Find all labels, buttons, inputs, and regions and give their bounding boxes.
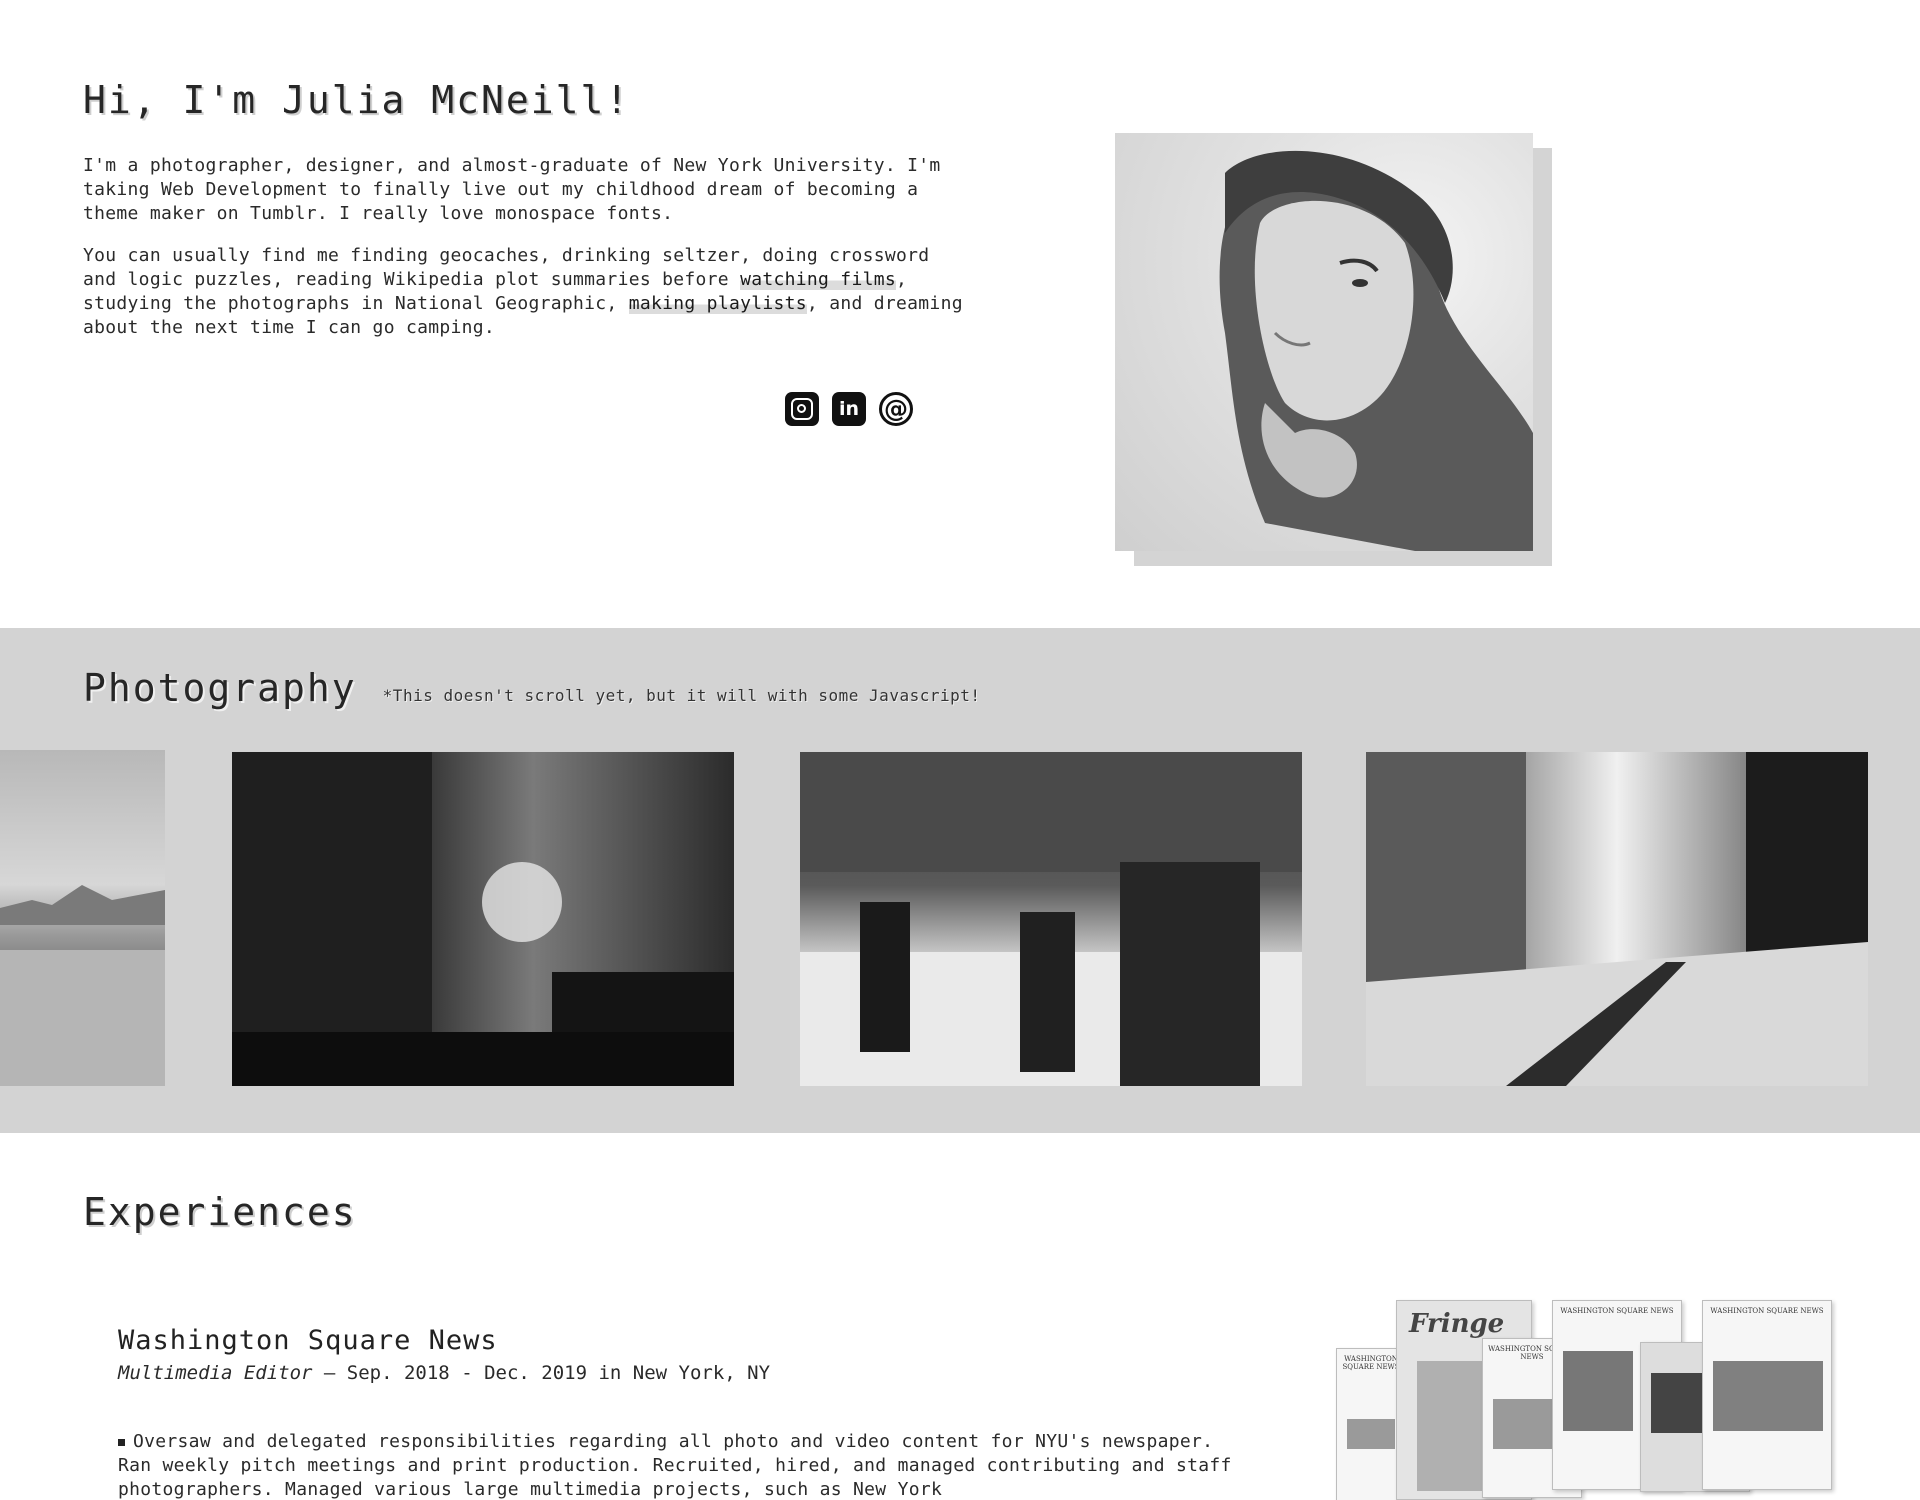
newspaper-masthead: WASHINGTON SQUARE NEWS xyxy=(1342,1355,1400,1371)
photo-sunlit-street[interactable] xyxy=(1366,752,1868,1086)
intro-heading: Hi, I'm Julia McNeill! xyxy=(83,78,631,122)
newspaper-collage: WASHINGTON SQUARE NEWS Fringe WASHINGTON… xyxy=(1330,1296,1840,1500)
linkedin-icon[interactable]: in xyxy=(832,392,866,426)
portrait-photo xyxy=(1115,133,1533,551)
intro-paragraph-1: I'm a photographer, designer, and almost… xyxy=(83,155,941,224)
email-glyph: @ xyxy=(884,395,908,423)
photography-header: Photography *This doesn't scroll yet, bu… xyxy=(83,666,981,710)
photo-mountain-landscape[interactable] xyxy=(0,750,165,1086)
job-title: Washington Square News xyxy=(118,1325,498,1356)
social-links: in @ xyxy=(785,392,913,426)
experience-item: Washington Square News Multimedia Editor… xyxy=(118,1325,1238,1500)
job-bullet: Oversaw and delegated responsibilities r… xyxy=(118,1430,1238,1500)
newspaper-masthead: WASHINGTON SQUARE NEWS xyxy=(1560,1307,1674,1315)
job-role: Multimedia Editor xyxy=(118,1362,313,1384)
scroll-note: *This doesn't scroll yet, but it will wi… xyxy=(382,686,981,705)
photo-night-street[interactable] xyxy=(232,752,734,1086)
job-meta: Multimedia Editor — Sep. 2018 - Dec. 201… xyxy=(118,1362,1238,1384)
making-playlists-link[interactable]: making playlists xyxy=(628,293,807,314)
email-icon[interactable]: @ xyxy=(879,392,913,426)
watching-films-link[interactable]: watching films xyxy=(740,269,896,290)
experiences-heading: Experiences xyxy=(83,1190,357,1234)
photography-heading: Photography xyxy=(83,666,357,710)
intro-section: Hi, I'm Julia McNeill! I'm a photographe… xyxy=(83,78,963,358)
newspaper-masthead: WASHINGTON SQUARE NEWS xyxy=(1710,1307,1824,1315)
intro-paragraph-2: You can usually find me finding geocache… xyxy=(83,244,963,340)
photography-section: Photography *This doesn't scroll yet, bu… xyxy=(0,628,1920,1133)
newspaper-page: WASHINGTON SQUARE NEWS xyxy=(1702,1300,1832,1490)
job-dates: — Sep. 2018 - Dec. 2019 in New York, NY xyxy=(323,1362,771,1384)
job-bullets: Oversaw and delegated responsibilities r… xyxy=(118,1430,1238,1500)
photo-city-crosswalk[interactable] xyxy=(800,752,1302,1086)
bullet-square-icon xyxy=(118,1438,125,1446)
linkedin-glyph: in xyxy=(838,398,860,420)
instagram-icon[interactable] xyxy=(785,392,819,426)
job-bullet-text: Oversaw and delegated responsibilities r… xyxy=(118,1431,1232,1500)
